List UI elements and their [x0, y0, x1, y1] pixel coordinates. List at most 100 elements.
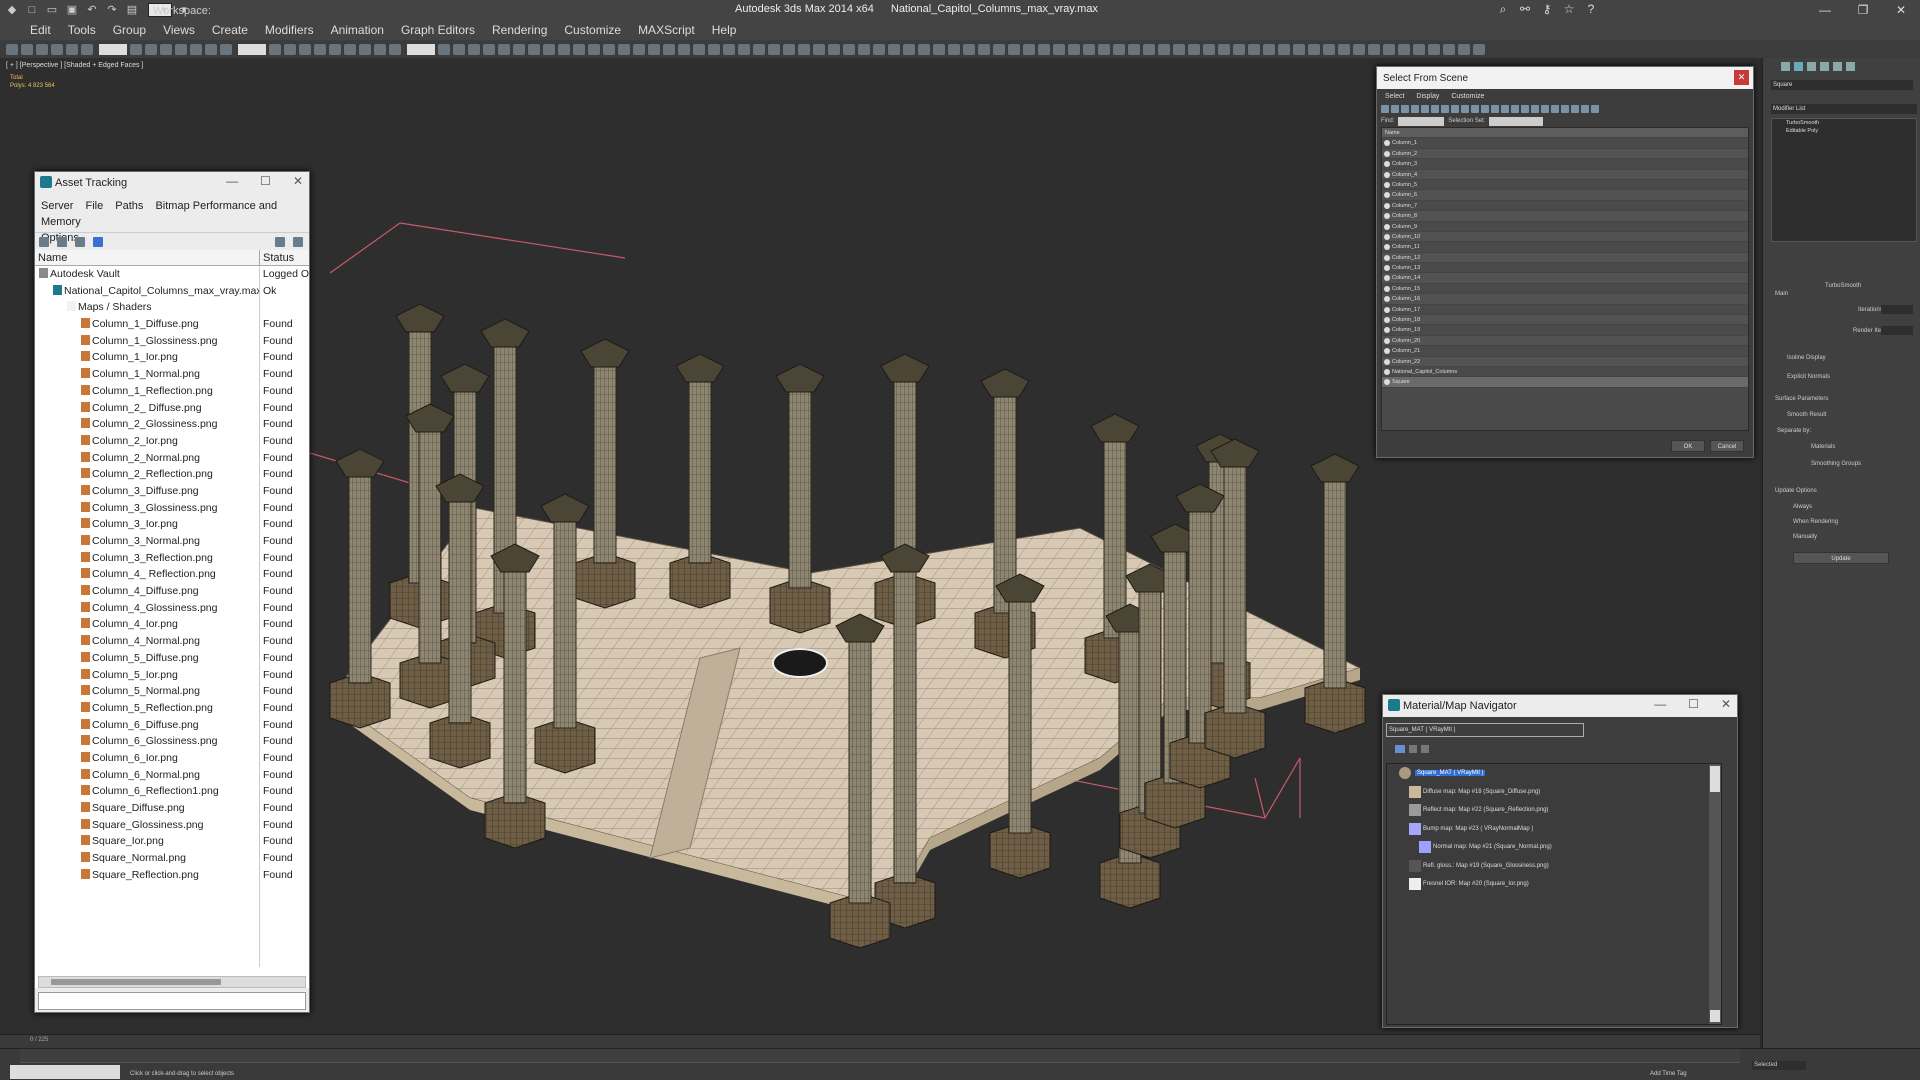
- toolbar-tool-icon[interactable]: [888, 43, 900, 55]
- asset-row[interactable]: Column_1_Diffuse.png Found: [35, 316, 309, 333]
- workspace-dropdown[interactable]: Workspace: Default: [148, 3, 211, 31]
- sfs-ok-button[interactable]: OK: [1671, 440, 1705, 452]
- toolbar-tool-icon[interactable]: [858, 43, 870, 55]
- sfs-object-row[interactable]: Column_20: [1382, 335, 1748, 347]
- sfs-object-row[interactable]: Column_21: [1382, 346, 1748, 357]
- menu-animation[interactable]: Animation: [331, 23, 384, 37]
- toolbar-tool-icon[interactable]: [813, 43, 825, 55]
- sfs-column-header-name[interactable]: Name: [1382, 128, 1748, 139]
- isoline-display-checkbox[interactable]: Isoline Display: [1787, 355, 1826, 361]
- sfs-object-row[interactable]: Column_18: [1382, 315, 1748, 326]
- menu-bitmap-performance[interactable]: Bitmap Performance and Memory: [41, 200, 277, 228]
- asset-row[interactable]: Column_1_Reflection.png Found: [35, 382, 309, 400]
- toolbar-tool-icon[interactable]: [588, 43, 600, 55]
- menu-rendering[interactable]: Rendering: [492, 23, 547, 37]
- project-folder-icon[interactable]: ▤: [124, 3, 140, 17]
- toolbar-tool-icon[interactable]: [51, 43, 63, 55]
- toolbar-tool-icon[interactable]: [1278, 43, 1290, 55]
- column-header-name[interactable]: Name: [35, 250, 260, 265]
- toolbar-tool-icon[interactable]: [1098, 43, 1110, 55]
- settings-icon[interactable]: [293, 236, 303, 247]
- toolbar-tool-icon[interactable]: [558, 43, 570, 55]
- toolbar-tool-icon[interactable]: [1308, 43, 1320, 55]
- asset-row[interactable]: Column_3_Normal.png Found: [35, 533, 309, 550]
- toolbar-tool-icon[interactable]: [738, 43, 750, 55]
- sfs-filter-icon[interactable]: [1451, 105, 1459, 113]
- toolbar-tool-icon[interactable]: [389, 43, 401, 55]
- maximize-icon[interactable]: ☐: [260, 174, 271, 188]
- sfs-object-row[interactable]: Column_6: [1382, 190, 1748, 201]
- asset-row[interactable]: Maps / Shaders: [35, 299, 309, 317]
- asset-row[interactable]: Square_Normal.png Found: [35, 850, 309, 867]
- sfs-object-row[interactable]: Column_13: [1382, 263, 1748, 274]
- create-tab-icon[interactable]: [1781, 62, 1790, 71]
- asset-row[interactable]: Column_5_Diffuse.png Found: [35, 649, 309, 667]
- menu-create[interactable]: Create: [212, 23, 248, 37]
- toolbar-tool-icon[interactable]: [314, 43, 326, 55]
- sfs-object-row[interactable]: Column_15: [1382, 284, 1748, 295]
- maximize-icon[interactable]: ❐: [1844, 0, 1882, 20]
- help-icon[interactable]: ?: [1583, 1, 1599, 17]
- scrollbar-down-arrow[interactable]: [1710, 1010, 1720, 1022]
- toolbar-tool-icon[interactable]: [130, 43, 142, 55]
- toolbar-tool-icon[interactable]: [678, 43, 690, 55]
- sfs-object-row[interactable]: Column_7: [1382, 201, 1748, 212]
- explicit-normals-checkbox[interactable]: Explicit Normals: [1787, 374, 1830, 380]
- sfs-menu-customize[interactable]: Customize: [1451, 93, 1484, 100]
- close-icon[interactable]: ✕: [1734, 70, 1749, 85]
- menu-group[interactable]: Group: [113, 23, 146, 37]
- sfs-object-row[interactable]: Column_10: [1382, 231, 1748, 243]
- menu-paths[interactable]: Paths: [115, 200, 143, 212]
- toolbar-tool-icon[interactable]: [1068, 43, 1080, 55]
- close-icon[interactable]: ✕: [293, 174, 303, 188]
- asset-row[interactable]: Column_3_Glossiness.png Found: [35, 499, 309, 517]
- add-time-tag[interactable]: Add Time Tag: [1650, 1071, 1687, 1077]
- asset-row[interactable]: Column_4_Glossiness.png Found: [35, 599, 309, 617]
- toolbar-tool-icon[interactable]: [693, 43, 705, 55]
- star-icon[interactable]: ☆: [1561, 1, 1577, 17]
- toolbar-tool-icon[interactable]: [648, 43, 660, 55]
- sfs-filter-icon[interactable]: [1421, 105, 1429, 113]
- key-icon[interactable]: ⚷: [1539, 1, 1555, 17]
- toolbar-tool-icon[interactable]: [528, 43, 540, 55]
- help-icon[interactable]: [275, 236, 285, 247]
- when-rendering-radio[interactable]: When Rendering: [1793, 519, 1838, 525]
- toolbar-tool-icon[interactable]: [238, 43, 266, 55]
- icons-view-icon[interactable]: [1409, 745, 1417, 753]
- asset-row[interactable]: Column_3_Diffuse.png Found: [35, 482, 309, 500]
- toolbar-tool-icon[interactable]: [1458, 43, 1470, 55]
- asset-row[interactable]: Column_6_Reflection1.png Found: [35, 783, 309, 800]
- toolbar-tool-icon[interactable]: [284, 43, 296, 55]
- track-bar[interactable]: [20, 1049, 1740, 1063]
- toolbar-tool-icon[interactable]: [1218, 43, 1230, 55]
- asset-path-field[interactable]: [38, 992, 306, 1010]
- time-slider-frame[interactable]: 0 / 225: [30, 1037, 48, 1043]
- toolbar-tool-icon[interactable]: [948, 43, 960, 55]
- asset-row[interactable]: Column_1_Glossiness.png Found: [35, 332, 309, 350]
- toolbar-tool-icon[interactable]: [1128, 43, 1140, 55]
- toolbar-tool-icon[interactable]: [299, 43, 311, 55]
- checkout-icon[interactable]: [57, 236, 67, 247]
- asset-row[interactable]: Column_2_Ior.png Found: [35, 432, 309, 450]
- sfs-object-row[interactable]: Column_17: [1382, 305, 1748, 316]
- toolbar-tool-icon[interactable]: [1353, 43, 1365, 55]
- display-tab-icon[interactable]: [1833, 62, 1842, 71]
- toolbar-tool-icon[interactable]: [1413, 43, 1425, 55]
- sfs-filter-icon[interactable]: [1561, 105, 1569, 113]
- asset-table-scrollbar[interactable]: [38, 976, 306, 988]
- checkin-icon[interactable]: [75, 236, 85, 247]
- toolbar-tool-icon[interactable]: [344, 43, 356, 55]
- sfs-filter-icon[interactable]: [1461, 105, 1469, 113]
- toolbar-tool-icon[interactable]: [1398, 43, 1410, 55]
- toolbar-tool-icon[interactable]: [843, 43, 855, 55]
- maxscript-listener[interactable]: [10, 1065, 120, 1079]
- sfs-object-row[interactable]: Column_11: [1382, 242, 1748, 253]
- sfs-selection-set-dropdown[interactable]: [1489, 116, 1544, 126]
- new-file-icon[interactable]: □: [24, 3, 40, 17]
- sfs-filter-icon[interactable]: [1481, 105, 1489, 113]
- toolbar-tool-icon[interactable]: [1428, 43, 1440, 55]
- mmn-map-gloss[interactable]: Refl. gloss.: Map #19 (Square_Glossiness…: [1387, 857, 1721, 876]
- toolbar-tool-icon[interactable]: [498, 43, 510, 55]
- app-menu-icon[interactable]: ◆: [4, 3, 20, 17]
- mmn-map-bump[interactable]: Bump map: Map #23 ( VRayNormalMap ): [1387, 820, 1721, 839]
